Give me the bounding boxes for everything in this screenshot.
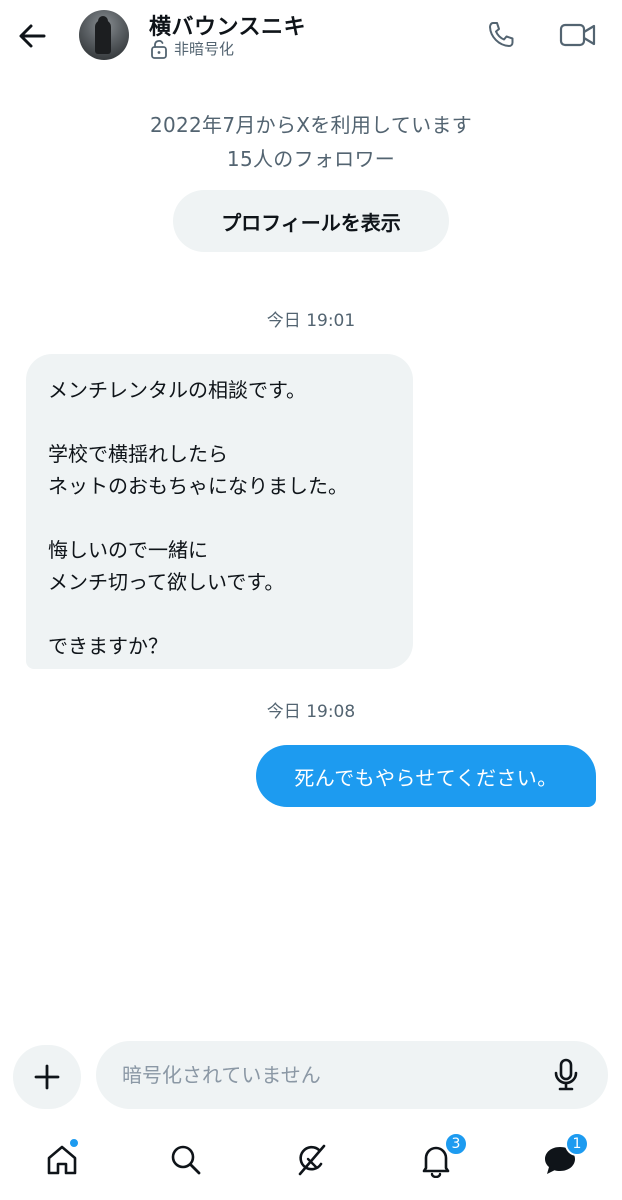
encryption-label: 非暗号化 [174, 40, 235, 58]
view-profile-button[interactable]: プロフィールを表示 [173, 190, 449, 252]
home-new-indicator [69, 1138, 79, 1148]
outgoing-message-bubble[interactable]: 死んでもやらせてください。 [256, 745, 596, 807]
voice-message-button[interactable] [548, 1057, 584, 1093]
grok-icon [298, 1144, 326, 1176]
joined-date-text: 2022年7月からXを利用しています [149, 113, 473, 137]
add-attachment-button[interactable] [13, 1045, 81, 1109]
followers-count-text: 15人のフォロワー [226, 147, 396, 171]
dm-conversation-screen: 横バウンスニキ 非暗号化 2022年7月からXを利用しています 15人のフォロワ… [0, 0, 622, 1200]
message-timestamp: 今日 19:01 [266, 311, 356, 331]
nav-home[interactable] [40, 1138, 84, 1182]
encryption-status: 非暗号化 [150, 38, 234, 59]
back-button[interactable] [14, 18, 50, 54]
nav-messages[interactable]: 1 [538, 1132, 589, 1182]
video-icon [559, 23, 596, 47]
messages-badge: 1 [565, 1132, 589, 1156]
message-input[interactable] [122, 1041, 542, 1109]
notifications-badge: 3 [444, 1132, 468, 1156]
voice-call-button[interactable] [484, 18, 518, 52]
incoming-message-bubble[interactable]: メンチレンタルの相談です。 学校で横揺れしたら ネットのおもちゃになりました。 … [26, 354, 413, 669]
microphone-icon [554, 1058, 578, 1091]
nav-search[interactable] [164, 1138, 208, 1182]
unlock-icon [151, 39, 167, 59]
message-composer [96, 1041, 608, 1109]
back-arrow-icon [19, 24, 46, 48]
video-call-button[interactable] [558, 18, 598, 52]
avatar-figure-body [95, 20, 111, 54]
nav-notifications[interactable]: 3 [414, 1132, 468, 1182]
search-icon [171, 1145, 201, 1175]
avatar[interactable] [79, 10, 129, 60]
contact-name[interactable]: 横バウンスニキ [149, 9, 306, 41]
plus-icon [34, 1064, 60, 1090]
conversation-header: 横バウンスニキ 非暗号化 [0, 0, 622, 72]
phone-icon [489, 22, 514, 47]
message-timestamp: 今日 19:08 [266, 702, 356, 722]
nav-grok[interactable] [289, 1138, 333, 1182]
